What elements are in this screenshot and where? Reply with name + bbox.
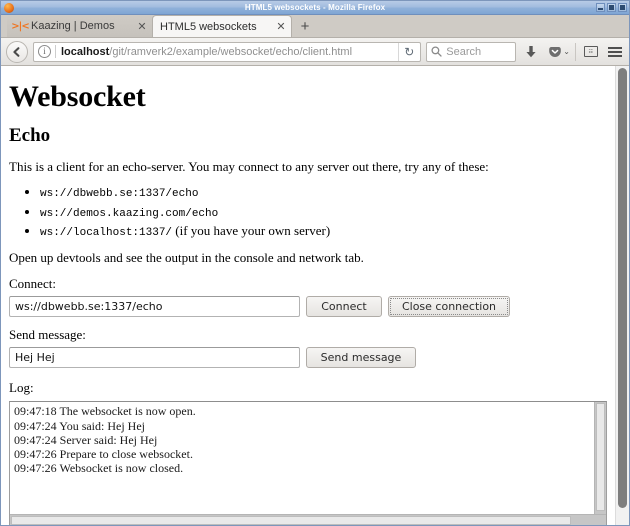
log-line: 09:47:26 Prepare to close websocket. [14, 446, 193, 461]
close-icon[interactable]: ✕ [275, 20, 287, 33]
list-item: ws://localhost:1337/ (if you have your o… [40, 223, 607, 240]
close-connection-button[interactable]: Close connection [388, 296, 510, 318]
server-list: ws://dbwebb.se:1337/echo ws://demos.kaaz… [9, 184, 607, 240]
close-window-button[interactable] [618, 3, 627, 12]
menu-button[interactable] [605, 42, 624, 62]
log-line: 09:47:26 Websocket is now closed. [14, 461, 184, 476]
send-message-button[interactable]: Send message [306, 347, 416, 369]
reader-view-icon: ☷ [583, 46, 598, 57]
hamburger-icon [607, 46, 622, 57]
tab-label: HTML5 websockets [160, 20, 257, 33]
new-tab-button[interactable]: + [294, 15, 316, 37]
reload-icon[interactable]: ↻ [398, 42, 419, 61]
url-host: localhost [61, 45, 110, 58]
connect-label: Connect: [9, 276, 56, 292]
window-controls [596, 3, 627, 12]
maximize-button[interactable] [607, 3, 616, 12]
url-path: /git/ramverk2/example/websocket/echo/cli… [109, 45, 353, 58]
window-title: HTML5 websockets - Mozilla Firefox [244, 3, 386, 12]
intro-paragraph: This is a client for an echo-server. You… [9, 159, 489, 174]
navigation-toolbar: i localhost/git/ramverk2/example/websock… [1, 38, 629, 66]
url-separator [55, 45, 56, 58]
page-viewport: Websocket Echo This is a client for an e… [1, 66, 629, 525]
tab-strip: >|< Kaazing | Demos ✕ HTML5 websockets ✕… [1, 15, 629, 38]
send-message-label: Send message: [9, 327, 86, 343]
search-placeholder: Search [446, 45, 482, 58]
log-line: 09:47:18 The websocket is now open. [14, 404, 196, 419]
close-icon[interactable]: ✕ [136, 20, 148, 33]
log-horizontal-scrollbar[interactable] [10, 514, 606, 525]
server-note: (if you have your own server) [175, 222, 331, 238]
send-message-row: Send message [9, 347, 607, 369]
browser-window: HTML5 websockets - Mozilla Firefox >|< K… [0, 0, 630, 526]
list-item: ws://demos.kaazing.com/echo [40, 204, 607, 221]
section-heading-echo: Echo [9, 125, 51, 146]
pocket-icon [545, 42, 564, 62]
page-title: Websocket [9, 80, 146, 113]
log-output-box[interactable]: 09:47:18 The websocket is now open. 09:4… [9, 401, 607, 525]
log-line: 09:47:24 You said: Hej Hej [14, 418, 146, 433]
identity-info-icon[interactable]: i [38, 45, 51, 58]
server-url: ws://demos.kaazing.com/echo [40, 207, 219, 220]
chevron-down-icon: ⌄ [563, 47, 570, 56]
back-button[interactable] [6, 40, 28, 63]
page-scrollbar[interactable] [615, 66, 629, 525]
search-bar[interactable]: Search [426, 41, 517, 62]
log-lines: 09:47:18 The websocket is now open. 09:4… [10, 402, 594, 525]
kaazing-icon: >|< [11, 20, 29, 32]
log-line: 09:47:24 Server said: Hej Hej [14, 432, 158, 447]
scrollbar-thumb[interactable] [596, 403, 605, 512]
server-url: ws://localhost:1337/ [40, 226, 173, 239]
message-input[interactable] [9, 347, 300, 369]
downloads-button[interactable] [521, 42, 540, 62]
title-bar: HTML5 websockets - Mozilla Firefox [1, 1, 629, 15]
url-bar[interactable]: i localhost/git/ramverk2/example/websock… [33, 41, 422, 62]
log-label: Log: [9, 380, 34, 396]
scrollbar-thumb[interactable] [11, 516, 571, 525]
devtools-note: Open up devtools and see the output in t… [9, 250, 364, 266]
scrollbar-thumb[interactable] [618, 68, 627, 508]
tab-label: Kaazing | Demos [31, 20, 115, 32]
url-text: localhost/git/ramverk2/example/websocket… [61, 46, 398, 58]
connect-row: Connect Close connection [9, 296, 607, 318]
log-vertical-scrollbar[interactable] [594, 402, 606, 525]
toolbar-divider [575, 42, 576, 61]
list-item: ws://dbwebb.se:1337/echo [40, 184, 607, 201]
server-url: ws://dbwebb.se:1337/echo [40, 188, 199, 201]
minimize-button[interactable] [596, 3, 605, 12]
reader-view-button[interactable]: ☷ [581, 42, 600, 62]
connect-button[interactable]: Connect [306, 296, 382, 318]
tab-kaazing-demos[interactable]: >|< Kaazing | Demos ✕ [7, 15, 152, 37]
tab-html5-websockets[interactable]: HTML5 websockets ✕ [152, 15, 292, 37]
page-content: Websocket Echo This is a client for an e… [1, 66, 615, 525]
connect-url-input[interactable] [9, 296, 300, 318]
pocket-button[interactable]: ⌄ [545, 42, 570, 62]
firefox-logo-icon [4, 2, 14, 13]
search-icon [431, 46, 442, 57]
